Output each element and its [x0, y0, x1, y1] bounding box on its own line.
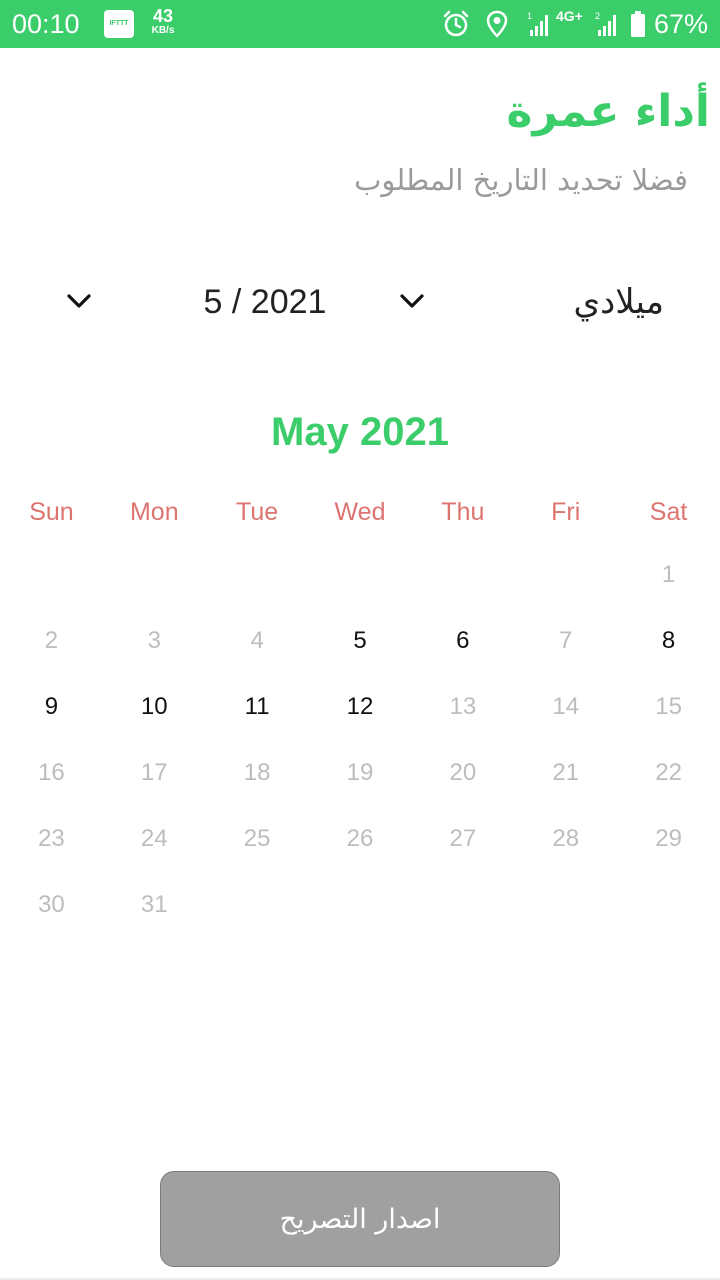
weekday-label: Mon	[129, 498, 179, 526]
weekday-row: Sun Mon Tue Wed Thu Fri Sat	[0, 492, 720, 532]
calendar-day: 22	[655, 759, 682, 786]
calendar-day: 18	[243, 759, 271, 786]
location-icon	[486, 10, 508, 42]
status-bar: 00:10 IFTTT 43 KB/s 1 4G+ 2 67%	[0, 0, 720, 48]
network-speed-value: 43	[152, 6, 174, 26]
network-speed-unit: KB/s	[151, 25, 175, 36]
page-subtitle: فضلا تحديد التاريخ المطلوب	[354, 163, 688, 197]
signal-icon: 1	[526, 10, 552, 42]
svg-text:1: 1	[527, 11, 532, 21]
calendar-day: 1	[661, 561, 676, 588]
weekday-label: Sat	[649, 498, 688, 526]
status-time: 00:10	[12, 9, 80, 39]
calendar-day: 30	[38, 891, 65, 918]
calendar-day: 28	[552, 825, 580, 852]
weekday-label: Fri	[551, 498, 581, 526]
calendar-title: May 2021	[271, 410, 449, 454]
month-year-select[interactable]: 5 / 2021	[170, 280, 360, 324]
calendar-day[interactable]: 10	[103, 687, 206, 727]
calendar-type-select[interactable]: ميلادي	[573, 274, 664, 330]
weekday-label: Tue	[236, 498, 279, 526]
calendar-day: 20	[449, 759, 477, 786]
battery-icon	[630, 10, 646, 42]
calendar-day[interactable]: 11	[206, 687, 309, 727]
calendar-day: 3	[147, 627, 161, 654]
svg-text:2: 2	[595, 11, 600, 21]
chevron-down-icon[interactable]	[64, 286, 94, 316]
calendar-day: 24	[140, 825, 168, 852]
calendar-day: 26	[346, 825, 374, 852]
calendar-day: 23	[38, 825, 65, 852]
calendar-day[interactable]: 12	[309, 687, 412, 727]
calendar-day: 4	[250, 627, 264, 654]
calendar-day[interactable]: 9	[0, 687, 103, 727]
battery-percent: 67%	[654, 9, 709, 39]
network-speed: 43 KB/s	[146, 7, 180, 37]
weekday-label: Sun	[29, 498, 74, 526]
calendar-day[interactable]: 6	[411, 621, 514, 661]
calendar-day: 19	[346, 759, 374, 786]
ifttt-icon: IFTTT	[104, 10, 134, 38]
calendar-day: 7	[559, 627, 573, 654]
calendar-day: 16	[38, 759, 65, 786]
calendar-day: 31	[140, 891, 168, 918]
network-type: 4G+	[556, 8, 583, 24]
calendar-day[interactable]: 5	[309, 621, 412, 661]
calendar-day: 27	[449, 825, 477, 852]
calendar-day: 25	[243, 825, 271, 852]
weekday-label: Thu	[441, 498, 485, 526]
calendar-day: 29	[655, 825, 682, 852]
calendar-day: 13	[449, 693, 477, 720]
alarm-icon	[442, 10, 470, 42]
calendar-day: 21	[552, 759, 580, 786]
chevron-down-icon[interactable]	[397, 286, 427, 316]
calendar-day: 14	[552, 693, 580, 720]
calendar-day: 2	[44, 627, 59, 654]
calendar-day: 15	[655, 693, 682, 720]
signal-icon-sim2: 2	[594, 10, 620, 42]
page-title: أداء عمرة	[506, 86, 710, 137]
weekday-label: Wed	[334, 498, 386, 526]
issue-permit-button[interactable]: اصدار التصريح	[160, 1171, 560, 1267]
calendar-day: 17	[140, 759, 168, 786]
calendar-day[interactable]: 8	[617, 621, 720, 661]
